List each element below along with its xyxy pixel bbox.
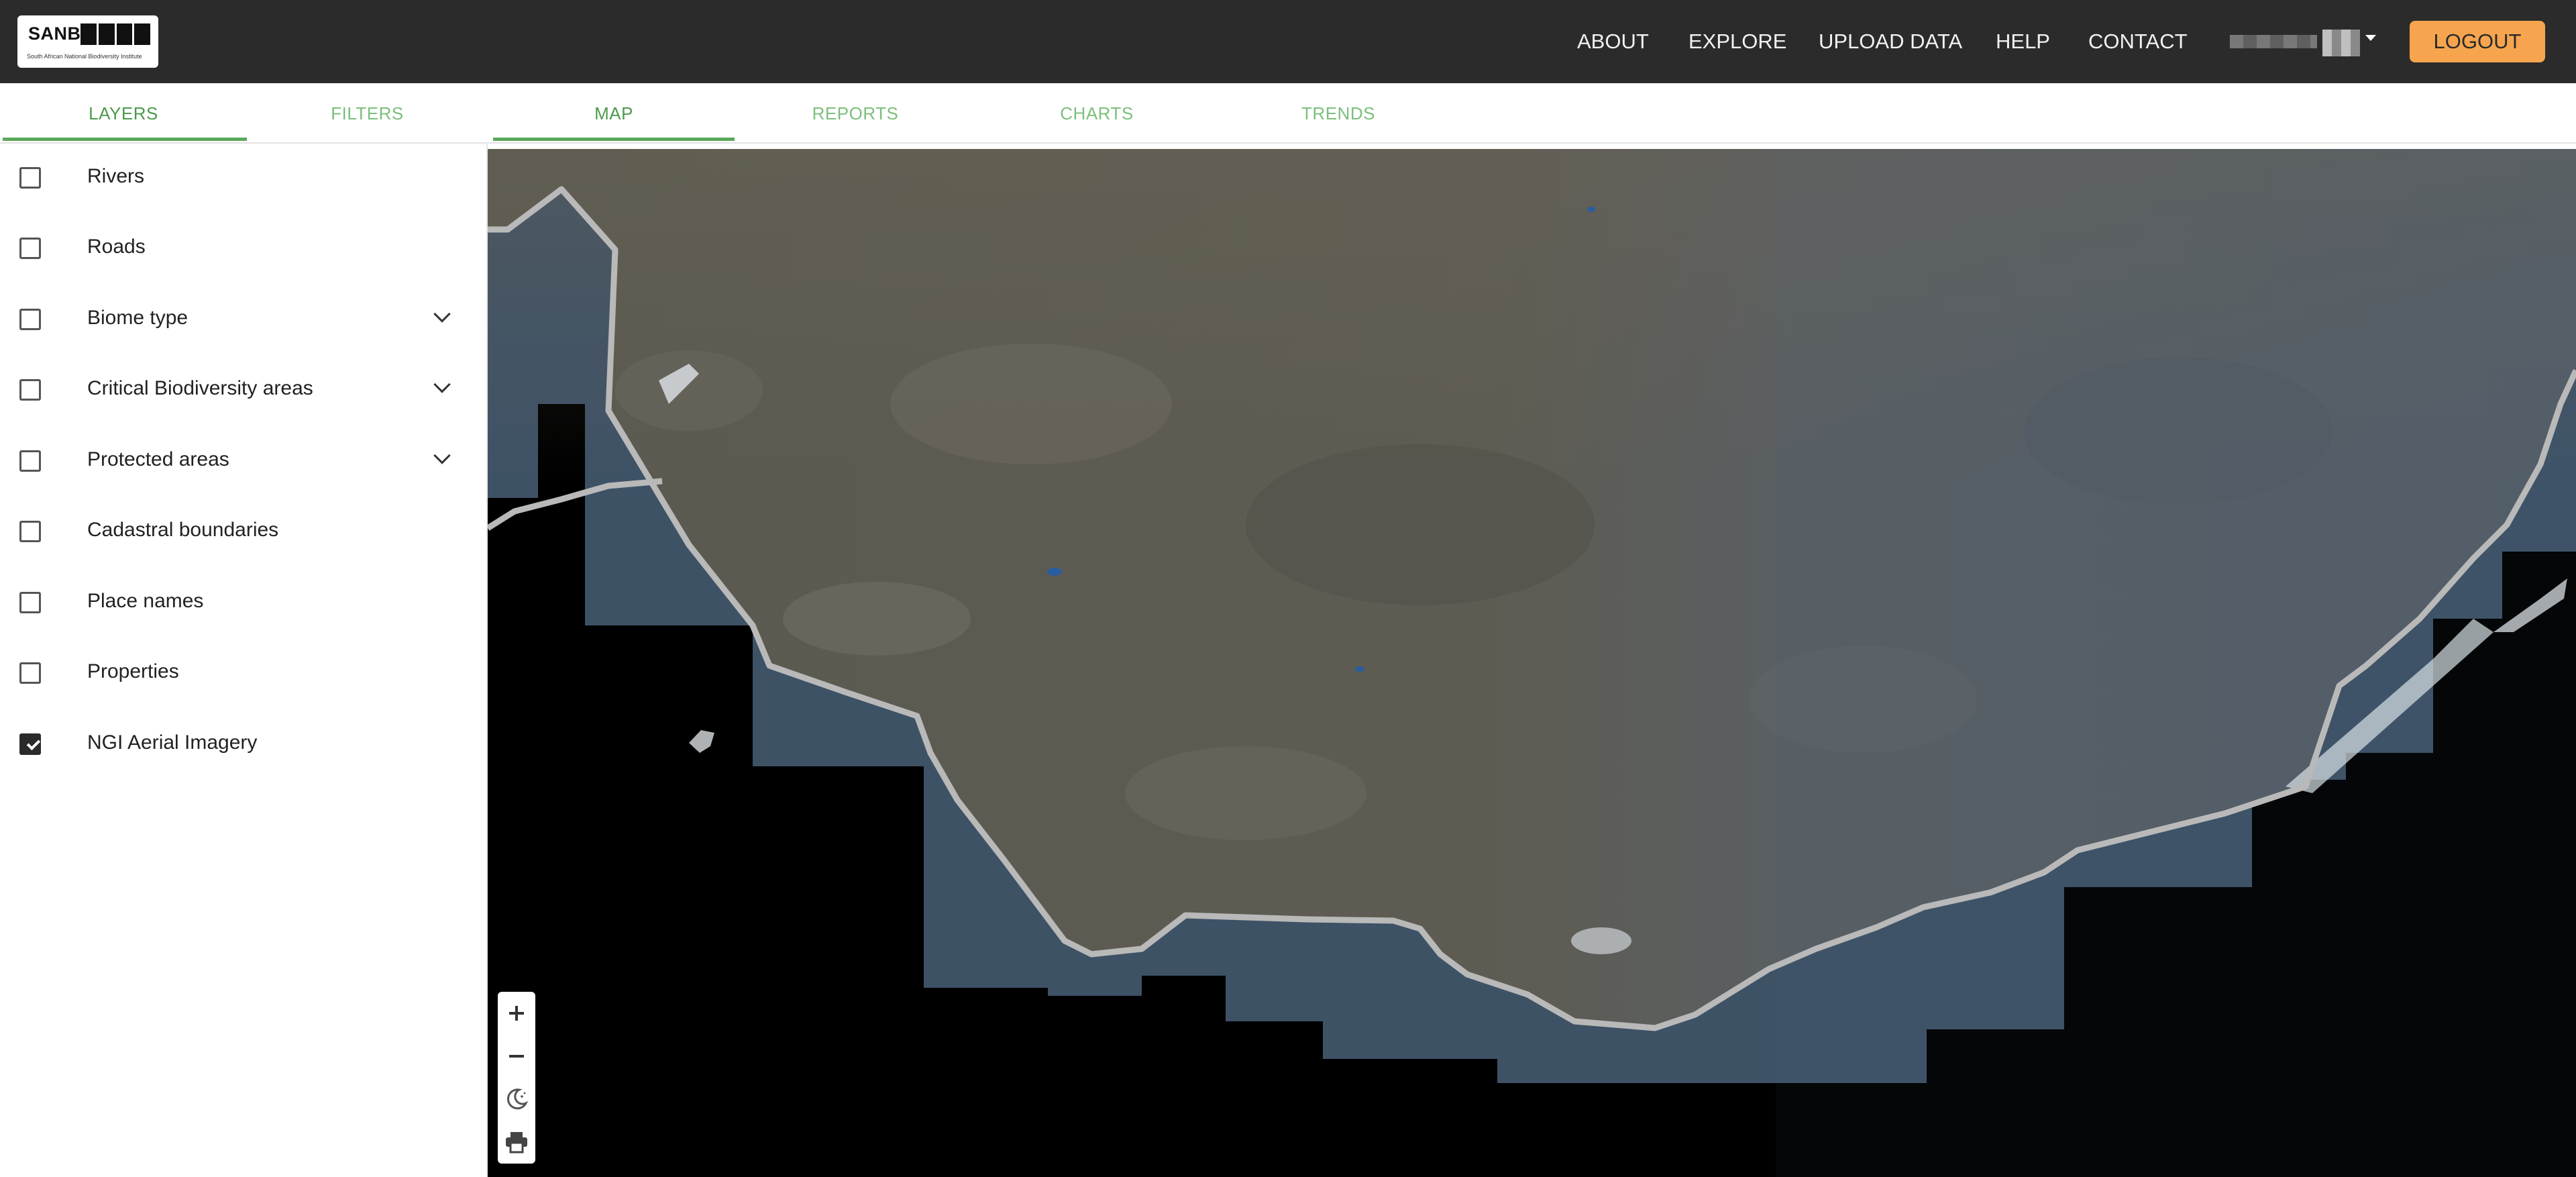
layer-ngi-aerial-imagery-label: NGI Aerial Imagery bbox=[87, 731, 258, 754]
layer-place-names-label: Place names bbox=[87, 590, 204, 612]
print-icon[interactable] bbox=[498, 1121, 535, 1164]
layers-panel: Rivers Roads Biome type Critical Biodive… bbox=[0, 144, 488, 1177]
tab-map[interactable]: MAP bbox=[493, 83, 735, 144]
logo-subtitle: South African National Biodiversity Inst… bbox=[27, 53, 142, 60]
tab-layers-indicator bbox=[3, 138, 247, 141]
nav-help-wrap: HELP bbox=[1996, 0, 2050, 83]
layer-biome-type-checkbox[interactable] bbox=[19, 309, 41, 330]
layer-protected-areas-checkbox[interactable] bbox=[19, 450, 41, 472]
layer-cadastral-boundaries[interactable]: Cadastral boundaries bbox=[0, 497, 488, 568]
caret-down-icon bbox=[2365, 35, 2376, 41]
layer-properties[interactable]: Properties bbox=[0, 639, 488, 709]
logout-button[interactable]: LOGOUT bbox=[2410, 21, 2545, 62]
layer-properties-label: Properties bbox=[87, 660, 179, 682]
layer-place-names[interactable]: Place names bbox=[0, 568, 488, 639]
nav-explore[interactable]: EXPLORE bbox=[1688, 30, 1786, 54]
layer-ngi-aerial-imagery[interactable]: NGI Aerial Imagery bbox=[0, 710, 488, 780]
nav-explore-wrap: EXPLORE bbox=[1688, 0, 1786, 83]
tab-filters[interactable]: FILTERS bbox=[247, 83, 488, 144]
layer-roads-label: Roads bbox=[87, 236, 146, 258]
checkmark-icon bbox=[26, 736, 41, 751]
layer-biome-type[interactable]: Biome type bbox=[0, 285, 488, 356]
nav-help[interactable]: HELP bbox=[1996, 30, 2050, 54]
dark-mode-icon[interactable] bbox=[498, 1078, 535, 1121]
nav-contact[interactable]: CONTACT bbox=[2088, 30, 2188, 54]
layer-cadastral-boundaries-label: Cadastral boundaries bbox=[87, 519, 279, 541]
top-bar: SANBI South African National Biodiversit… bbox=[0, 0, 2576, 83]
layer-roads[interactable]: Roads bbox=[0, 214, 488, 285]
layer-biome-type-label: Biome type bbox=[87, 307, 189, 329]
zoom-out-icon[interactable] bbox=[498, 1035, 535, 1078]
zoom-in-icon[interactable] bbox=[498, 992, 535, 1035]
layer-properties-checkbox[interactable] bbox=[19, 662, 41, 684]
avatar bbox=[2322, 30, 2360, 56]
nav-upload-data[interactable]: UPLOAD DATA bbox=[1819, 30, 1962, 54]
tab-reports[interactable]: REPORTS bbox=[735, 83, 976, 144]
layer-critical-biodiversity-areas-checkbox[interactable] bbox=[19, 379, 41, 401]
chevron-down-icon[interactable] bbox=[433, 305, 451, 323]
tab-map-indicator bbox=[493, 138, 735, 141]
logo-emblem bbox=[80, 23, 150, 45]
chevron-down-icon[interactable] bbox=[433, 376, 451, 393]
chevron-down-icon[interactable] bbox=[433, 447, 451, 464]
layer-critical-biodiversity-areas[interactable]: Critical Biodiversity areas bbox=[0, 356, 488, 426]
map-controls bbox=[498, 992, 535, 1164]
tab-layers[interactable]: LAYERS bbox=[0, 83, 247, 144]
aerial-imagery bbox=[488, 149, 2576, 1177]
user-name-redacted bbox=[2230, 35, 2317, 48]
tab-charts[interactable]: CHARTS bbox=[976, 83, 1218, 144]
layer-ngi-aerial-imagery-checkbox[interactable] bbox=[19, 733, 41, 755]
layer-protected-areas-label: Protected areas bbox=[87, 448, 229, 470]
nav-contact-wrap: CONTACT bbox=[2088, 0, 2188, 83]
nav-about-wrap: ABOUT bbox=[1577, 0, 1649, 83]
layer-rivers[interactable]: Rivers bbox=[0, 144, 488, 214]
logo-wordmark: SANBI bbox=[28, 23, 87, 44]
layer-place-names-checkbox[interactable] bbox=[19, 592, 41, 613]
nav-about[interactable]: ABOUT bbox=[1577, 30, 1649, 54]
layer-roads-checkbox[interactable] bbox=[19, 238, 41, 259]
layer-protected-areas[interactable]: Protected areas bbox=[0, 427, 488, 497]
layer-rivers-label: Rivers bbox=[87, 165, 145, 187]
layer-rivers-checkbox[interactable] bbox=[19, 167, 41, 189]
layer-critical-biodiversity-areas-label: Critical Biodiversity areas bbox=[87, 377, 313, 399]
main-tab-divider bbox=[488, 142, 2576, 144]
nav-upload-data-wrap: UPLOAD DATA bbox=[1819, 0, 1962, 83]
map-canvas[interactable] bbox=[488, 149, 2576, 1177]
user-menu[interactable] bbox=[2227, 28, 2380, 56]
sanbi-logo[interactable]: SANBI South African National Biodiversit… bbox=[17, 15, 158, 68]
layer-cadastral-boundaries-checkbox[interactable] bbox=[19, 521, 41, 542]
tab-trends[interactable]: TRENDS bbox=[1218, 83, 1459, 144]
